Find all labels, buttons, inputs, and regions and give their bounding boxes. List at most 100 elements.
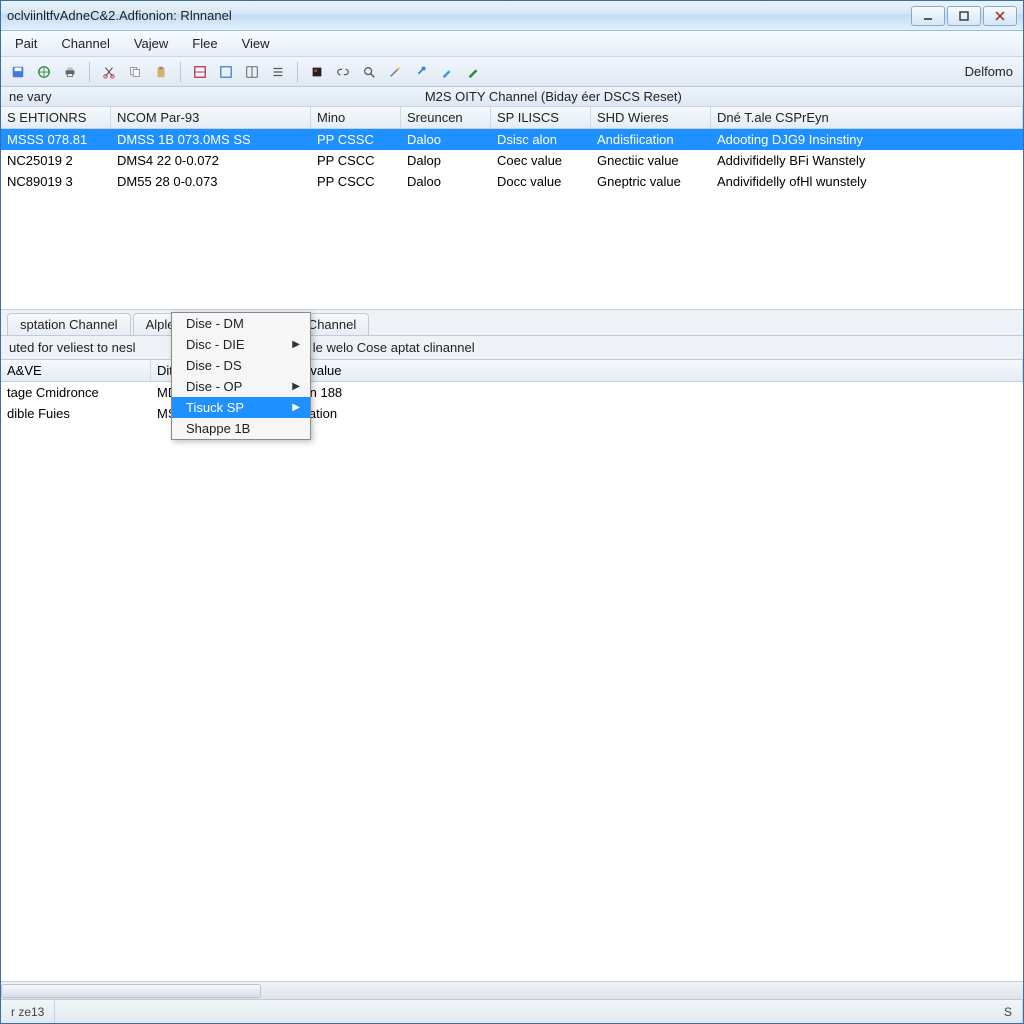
- info-right: le welo Cose aptat clinannel: [313, 340, 475, 355]
- toolbar-separator: [180, 62, 181, 82]
- table-row[interactable]: tage CmidronceMDDévision 188: [1, 382, 1023, 403]
- menu-channel[interactable]: Channel: [57, 34, 113, 53]
- tool-paste-icon[interactable]: [150, 61, 172, 83]
- dropdown-item-label: Dise - DM: [186, 316, 244, 331]
- minimize-button[interactable]: [911, 6, 945, 26]
- table-cell: NC25019 2: [1, 150, 111, 171]
- col-header[interactable]: SP ILISCS: [491, 107, 591, 128]
- tool-print-icon[interactable]: [59, 61, 81, 83]
- tool-cut-icon[interactable]: [98, 61, 120, 83]
- col-header[interactable]: S EHTIONRS: [1, 107, 111, 128]
- table-cell: Diisthication: [261, 403, 1023, 424]
- col-header[interactable]: SHD Wieres: [591, 107, 711, 128]
- tool-copy-icon[interactable]: [124, 61, 146, 83]
- table-row[interactable]: NC89019 3DM55 28 0-0.073PP CSCCDalooDocc…: [1, 171, 1023, 192]
- tool-link-icon[interactable]: [332, 61, 354, 83]
- tab-sptation-channel[interactable]: sptation Channel: [7, 313, 131, 335]
- col-header[interactable]: Sreuncen: [401, 107, 491, 128]
- col-header[interactable]: Dné T.ale CSPrEyn: [711, 107, 1023, 128]
- dropdown-item-label: Dise - OP: [186, 379, 242, 394]
- tool-grid1-icon[interactable]: [189, 61, 211, 83]
- col-header[interactable]: Mino: [311, 107, 401, 128]
- tool-globe-icon[interactable]: [33, 61, 55, 83]
- dropdown-item-label: Shappe 1B: [186, 421, 250, 436]
- horizontal-scrollbar[interactable]: [1, 981, 1023, 999]
- title-bar: oclviinltfvAdneC&2.Adfionion: Rlnnanel: [1, 1, 1023, 31]
- tool-plug-icon[interactable]: [410, 61, 432, 83]
- caption-center: M2S OITY Channel (Biday éer DSCS Reset): [92, 89, 1015, 104]
- dropdown-item[interactable]: Disc - DIE ▶: [172, 334, 310, 355]
- status-left: r ze13: [1, 1000, 55, 1023]
- table-cell: DM55 28 0-0.073: [111, 171, 311, 192]
- menu-bar: Pait Channel Vajew Flee View: [1, 31, 1023, 57]
- table-cell: Adooting DJG9 Insinstiny: [711, 129, 1023, 150]
- status-bar: r ze13 S: [1, 999, 1023, 1023]
- table-cell: Daloo: [401, 171, 491, 192]
- dropdown-menu[interactable]: Dise - DMDisc - DIE▶Dise - DSDise - OP▶T…: [171, 312, 311, 440]
- menu-view[interactable]: View: [238, 34, 274, 53]
- lower-pane: A&VE Dite... Adlacd value tage Cmidronce…: [1, 360, 1023, 981]
- chevron-right-icon: ▶: [292, 381, 300, 392]
- window-controls: [911, 6, 1017, 26]
- table-row[interactable]: dible FuiesMSDiisthication: [1, 403, 1023, 424]
- upper-grid: S EHTIONRS NCOM Par-93 Mino Sreuncen SP …: [1, 107, 1023, 309]
- tool-zoom-icon[interactable]: [358, 61, 380, 83]
- chevron-right-icon: ▶: [292, 339, 300, 350]
- lower-grid-header: A&VE Dite... Adlacd value: [1, 360, 1023, 382]
- chevron-right-icon: ▶: [292, 402, 300, 413]
- upper-caption: ne vary M2S OITY Channel (Biday éer DSCS…: [1, 87, 1023, 107]
- dropdown-item[interactable]: Dise - DS: [172, 355, 310, 376]
- table-cell: Andivifidelly ofHl wunstely: [711, 171, 1023, 192]
- caption-left: ne vary: [9, 89, 92, 104]
- menu-pait[interactable]: Pait: [11, 34, 41, 53]
- lower-grid-body: tage CmidronceMDDévision 188dible FuiesM…: [1, 382, 1023, 424]
- table-cell: Gneptric value: [591, 171, 711, 192]
- dropdown-item[interactable]: Dise - OP ▶: [172, 376, 310, 397]
- app-window: oclviinltfvAdneC&2.Adfionion: Rlnnanel P…: [0, 0, 1024, 1024]
- col-header[interactable]: Adlacd value: [261, 360, 1023, 381]
- lower-info-line: uted for veliest to nesl le welo Cose ap…: [1, 336, 1023, 360]
- dropdown-item[interactable]: Tisuck SP ▶: [172, 397, 310, 418]
- tool-pen-icon[interactable]: [462, 61, 484, 83]
- table-cell: DMSS 1B 073.0MS SS: [111, 129, 311, 150]
- table-cell: DMS4 22 0-0.072: [111, 150, 311, 171]
- table-cell: Andisfiication: [591, 129, 711, 150]
- table-cell: PP CSCC: [311, 150, 401, 171]
- table-cell: Dalop: [401, 150, 491, 171]
- tool-brush-icon[interactable]: [436, 61, 458, 83]
- tool-grid2-icon[interactable]: [215, 61, 237, 83]
- toolbar-right-label: Delfomo: [965, 64, 1017, 79]
- toolbar-separator: [89, 62, 90, 82]
- table-cell: PP CSCC: [311, 171, 401, 192]
- dropdown-item[interactable]: Shappe 1B: [172, 418, 310, 439]
- col-header[interactable]: A&VE: [1, 360, 151, 381]
- table-cell: tage Cmidronce: [1, 382, 151, 403]
- scrollbar-thumb[interactable]: [1, 984, 261, 998]
- tool-list-icon[interactable]: [267, 61, 289, 83]
- menu-flee[interactable]: Flee: [188, 34, 221, 53]
- tool-grid3-icon[interactable]: [241, 61, 263, 83]
- dropdown-item-label: Disc - DIE: [186, 337, 245, 352]
- table-cell: Dsisc alon: [491, 129, 591, 150]
- dropdown-item[interactable]: Dise - DM: [172, 313, 310, 334]
- table-row[interactable]: MSSS 078.81DMSS 1B 073.0MS SSPP CSSCDalo…: [1, 129, 1023, 150]
- menu-vajew[interactable]: Vajew: [130, 34, 172, 53]
- table-row[interactable]: NC25019 2DMS4 22 0-0.072PP CSCCDalopCoec…: [1, 150, 1023, 171]
- table-cell: Docc value: [491, 171, 591, 192]
- table-cell: dible Fuies: [1, 403, 151, 424]
- table-cell: Gnectiic value: [591, 150, 711, 171]
- tool-disk-icon[interactable]: [7, 61, 29, 83]
- info-left: uted for veliest to nesl: [9, 340, 135, 355]
- close-button[interactable]: [983, 6, 1017, 26]
- table-cell: Coec value: [491, 150, 591, 171]
- dropdown-item-label: Tisuck SP: [186, 400, 244, 415]
- table-cell: Addivifidelly BFi Wanstely: [711, 150, 1023, 171]
- upper-pane: ne vary M2S OITY Channel (Biday éer DSCS…: [1, 87, 1023, 310]
- upper-grid-header: S EHTIONRS NCOM Par-93 Mino Sreuncen SP …: [1, 107, 1023, 129]
- table-cell: PP CSSC: [311, 129, 401, 150]
- tool-storage-icon[interactable]: [306, 61, 328, 83]
- tool-wand-icon[interactable]: [384, 61, 406, 83]
- maximize-button[interactable]: [947, 6, 981, 26]
- col-header[interactable]: NCOM Par-93: [111, 107, 311, 128]
- window-title: oclviinltfvAdneC&2.Adfionion: Rlnnanel: [7, 8, 911, 23]
